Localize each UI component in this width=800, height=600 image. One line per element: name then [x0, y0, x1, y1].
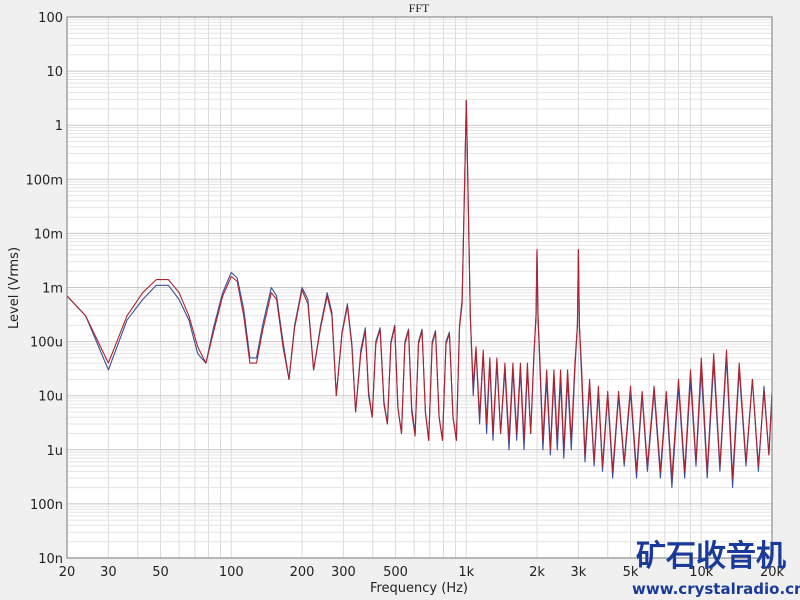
- y-tick-label: 1: [55, 119, 63, 134]
- x-tick-label: 20: [59, 565, 76, 580]
- chart-title: FFT: [409, 1, 430, 15]
- x-tick-label: 3k: [570, 565, 586, 580]
- y-tick-label: 100: [38, 11, 63, 26]
- watermark-chinese: 矿石收音机: [636, 539, 786, 574]
- y-tick-label: 10n: [38, 552, 63, 567]
- y-tick-label: 100m: [26, 173, 63, 188]
- y-axis-label: Level (Vrms): [7, 247, 22, 329]
- y-tick-label: 10m: [34, 227, 63, 242]
- fft-chart: 20 30 50 100 200 300 500 1k 2k 3k 5k 10k 20k 1001011…: [7, 1, 800, 598]
- y-tick-label: 100n: [30, 498, 63, 513]
- y-tick-labels: 100 10 1 100m 10m 1m 100u 10u 1u 100n 10n: [26, 11, 63, 567]
- x-tick-label: 200: [290, 565, 315, 580]
- x-tick-label: 30: [100, 565, 117, 580]
- y-tick-label: 10u: [38, 390, 63, 405]
- x-tick-label: 500: [383, 565, 408, 580]
- y-tick-label: 10: [46, 65, 63, 80]
- x-tick-label: 300: [331, 565, 356, 580]
- x-tick-label: 1k: [458, 565, 474, 580]
- y-tick-label: 1m: [42, 282, 63, 297]
- x-tick-label: 50: [152, 565, 169, 580]
- y-tick-label: 1u: [46, 444, 63, 459]
- x-tick-label: 2k: [529, 565, 545, 580]
- watermark-url: www.crystalradio.cn: [632, 580, 800, 598]
- y-tick-label: 100u: [30, 336, 63, 351]
- x-axis-label: Frequency (Hz): [370, 581, 468, 596]
- x-tick-label: 100: [219, 565, 244, 580]
